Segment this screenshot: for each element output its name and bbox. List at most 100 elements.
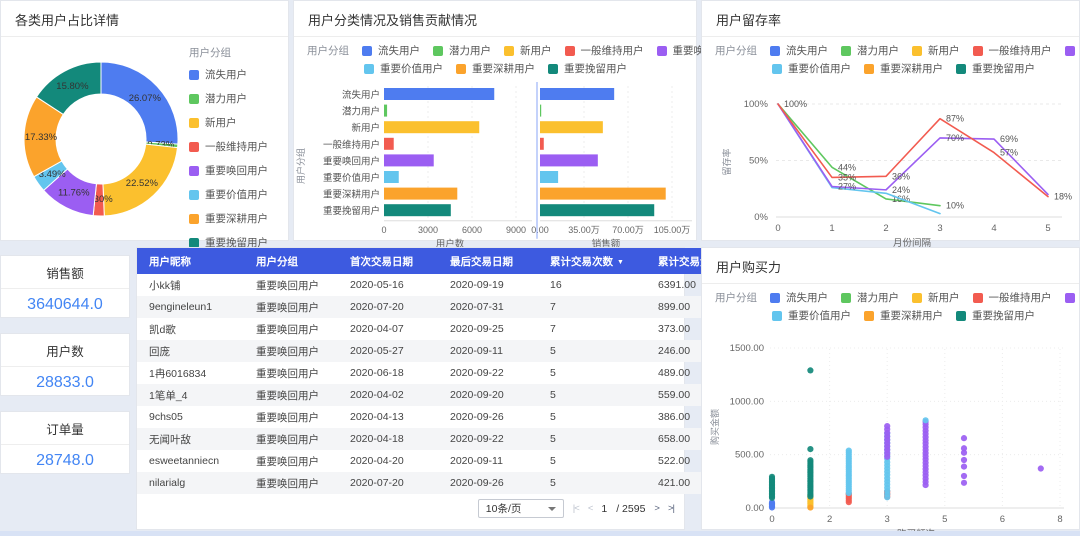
svg-text:27%: 27% <box>838 181 856 191</box>
table-row: nilarialg重要唤回用户2020-07-202020-09-265421.… <box>137 472 758 494</box>
bar-用户数-重要挽留用户[interactable] <box>384 204 451 216</box>
legend-item-重要价值用户[interactable]: 重要价值用户 <box>189 187 268 202</box>
scatter-point-重要挽留用户[interactable] <box>807 446 813 452</box>
table-cell: 凯d歌 <box>137 318 244 340</box>
legend-item-新用户[interactable]: 新用户 <box>189 115 268 130</box>
column-header-3[interactable]: 首次交易日期 <box>338 248 438 274</box>
legend-item-重要深耕用户[interactable]: 重要深耕用户 <box>456 61 535 76</box>
bar-销售额-一般维持用户[interactable] <box>540 138 544 150</box>
legend-item-流失用户[interactable]: 流失用户 <box>362 43 420 58</box>
legend-item-重要价值用户[interactable]: 重要价值用户 <box>364 61 443 76</box>
scatter-point-重要挽留用户[interactable] <box>769 474 775 480</box>
table-cell: 2020-09-25 <box>438 318 538 340</box>
legend-item-潜力用户[interactable]: 潜力用户 <box>189 91 268 106</box>
legend-item-新用户[interactable]: 新用户 <box>504 43 552 58</box>
kpi-orders-label: 订单量 <box>1 412 129 445</box>
legend-item-流失用户[interactable]: 流失用户 <box>189 67 268 82</box>
donut-chart[interactable]: 26.07%0.73%22.52%2.30%11.76%3.49%17.33%1… <box>1 37 189 243</box>
lines-card-title: 用户留存率 <box>702 1 1079 37</box>
legend-chip <box>770 293 780 303</box>
scatter-point-重要唤回用户[interactable] <box>961 480 967 486</box>
total-pages: / 2595 <box>616 503 645 515</box>
legend-chip <box>189 118 199 128</box>
page-size-select[interactable]: 10条/页 <box>478 499 564 518</box>
legend-item-一般维持用户[interactable]: 一般维持用户 <box>973 43 1052 58</box>
bar-用户数-重要深耕用户[interactable] <box>384 188 457 200</box>
first-page-icon[interactable]: |< <box>573 503 579 514</box>
dashboard: 各类用户占比详情 26.07%0.73%22.52%2.30%11.76%3.4… <box>0 0 1080 536</box>
column-header-1[interactable]: 用户昵称 <box>137 248 244 274</box>
last-page-icon[interactable]: >| <box>668 503 674 514</box>
table-cell: 重要唤回用户 <box>244 428 338 450</box>
svg-text:重要深耕用户: 重要深耕用户 <box>323 189 380 201</box>
legend-item-流失用户[interactable]: 流失用户 <box>770 290 828 305</box>
bar-销售额-重要唤回用户[interactable] <box>540 154 598 166</box>
scatter-point-重要唤回用户[interactable] <box>961 464 967 470</box>
legend-item-潜力用户[interactable]: 潜力用户 <box>433 43 491 58</box>
prev-page-icon[interactable]: < <box>588 503 593 514</box>
card-user-table: 用户昵称用户分组首次交易日期最后交易日期累计交易次数▼累计交易金额 小kk铺重要… <box>136 247 685 530</box>
legend-item-重要挽留用户[interactable]: 重要挽留用户 <box>956 61 1035 76</box>
legend-item-流失用户[interactable]: 流失用户 <box>770 43 828 58</box>
svg-text:0: 0 <box>769 514 774 525</box>
legend-item-一般维持用户[interactable]: 一般维持用户 <box>189 139 268 154</box>
scatter-legend: 用户分组流失用户潜力用户新用户一般维持用户重要唤回用户重要价值用户重要深耕用户重… <box>702 284 1079 327</box>
legend-item-重要价值用户[interactable]: 重要价值用户 <box>772 308 851 323</box>
bar-用户数-重要唤回用户[interactable] <box>384 154 434 166</box>
bar-销售额-重要深耕用户[interactable] <box>540 188 666 200</box>
scatter-point-重要唤回用户[interactable] <box>961 435 967 441</box>
bar-销售额-流失用户[interactable] <box>540 88 614 100</box>
bar-用户数-一般维持用户[interactable] <box>384 138 394 150</box>
legend-label: 潜力用户 <box>449 43 491 58</box>
scatter-point-重要唤回用户[interactable] <box>884 423 890 429</box>
svg-text:0%: 0% <box>754 212 768 223</box>
legend-item-新用户[interactable]: 新用户 <box>912 290 960 305</box>
next-page-icon[interactable]: > <box>654 503 659 514</box>
legend-item-重要深耕用户[interactable]: 重要深耕用户 <box>864 61 943 76</box>
scatter-point-重要唤回用户[interactable] <box>961 445 967 451</box>
svg-text:500.00: 500.00 <box>735 450 764 461</box>
scatter-point-重要挽留用户[interactable] <box>807 457 813 463</box>
scatter-point-重要价值用户[interactable] <box>923 417 929 423</box>
scatter-point-重要唤回用户[interactable] <box>1038 465 1044 471</box>
bar-销售额-重要价值用户[interactable] <box>540 171 558 183</box>
scatter-point-重要挽留用户[interactable] <box>807 367 813 373</box>
retention-line-chart[interactable]: 留存率100%50%0%012345月份间隔44%16%10%27%24%70%… <box>702 80 1079 252</box>
bar-销售额-新用户[interactable] <box>540 121 603 133</box>
legend-item-重要唤回用户[interactable]: 重要唤回用户 <box>189 163 268 178</box>
legend-item-潜力用户[interactable]: 潜力用户 <box>841 43 899 58</box>
legend-item-重要唤回用户[interactable]: 重要唤回用户 <box>1065 290 1080 305</box>
retention-line-重要价值用户[interactable] <box>778 104 940 214</box>
current-page[interactable]: 1 <box>601 503 607 515</box>
svg-text:35%: 35% <box>838 172 856 182</box>
scatter-chart[interactable]: 购买金额0.00500.001000.001500.00023568购买频次 <box>702 327 1079 536</box>
legend-item-一般维持用户[interactable]: 一般维持用户 <box>565 43 644 58</box>
column-header-2[interactable]: 用户分组 <box>244 248 338 274</box>
legend-item-重要唤回用户[interactable]: 重要唤回用户 <box>1065 43 1080 58</box>
bar-销售额-潜力用户[interactable] <box>540 105 541 117</box>
legend-item-一般维持用户[interactable]: 一般维持用户 <box>973 290 1052 305</box>
bar-用户数-流失用户[interactable] <box>384 88 494 100</box>
legend-item-重要深耕用户[interactable]: 重要深耕用户 <box>189 211 268 226</box>
scatter-point-重要唤回用户[interactable] <box>961 473 967 479</box>
column-header-5[interactable]: 累计交易次数▼ <box>538 248 646 274</box>
column-header-4[interactable]: 最后交易日期 <box>438 248 538 274</box>
sort-desc-icon[interactable]: ▼ <box>617 259 624 266</box>
legend-item-重要深耕用户[interactable]: 重要深耕用户 <box>864 308 943 323</box>
table-row: esweetanniecn重要唤回用户2020-04-202020-09-115… <box>137 450 758 472</box>
bars-chart[interactable]: 用户分组流失用户潜力用户新用户一般维持用户重要唤回用户重要价值用户重要深耕用户重… <box>294 80 696 252</box>
legend-item-重要挽留用户[interactable]: 重要挽留用户 <box>956 308 1035 323</box>
scatter-point-重要价值用户[interactable] <box>846 448 852 454</box>
legend-chip <box>548 64 558 74</box>
scatter-point-重要唤回用户[interactable] <box>961 457 967 463</box>
scatter-point-重要深耕用户[interactable] <box>807 504 813 510</box>
legend-chip <box>189 94 199 104</box>
bar-用户数-新用户[interactable] <box>384 121 479 133</box>
bar-用户数-重要价值用户[interactable] <box>384 171 399 183</box>
legend-item-潜力用户[interactable]: 潜力用户 <box>841 290 899 305</box>
bar-用户数-潜力用户[interactable] <box>384 105 387 117</box>
legend-item-新用户[interactable]: 新用户 <box>912 43 960 58</box>
legend-item-重要挽留用户[interactable]: 重要挽留用户 <box>548 61 627 76</box>
legend-item-重要价值用户[interactable]: 重要价值用户 <box>772 61 851 76</box>
bar-销售额-重要挽留用户[interactable] <box>540 204 654 216</box>
